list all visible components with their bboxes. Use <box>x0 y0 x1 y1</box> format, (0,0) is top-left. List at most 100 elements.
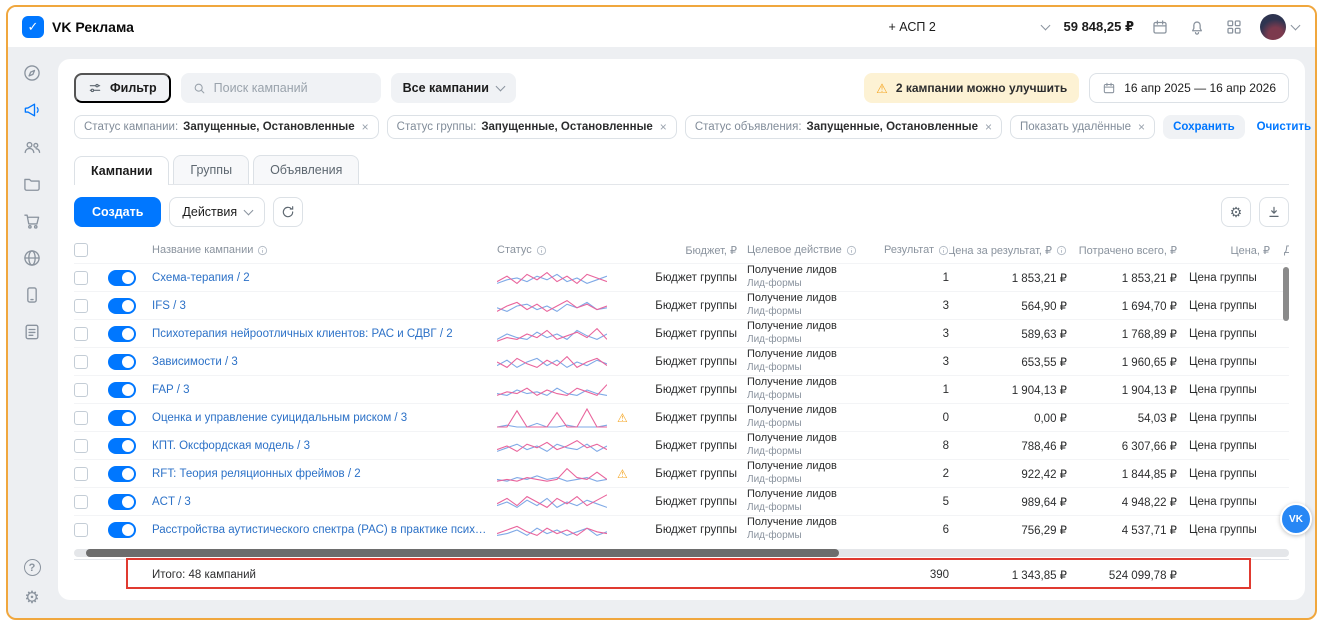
sidebar-item-globe[interactable] <box>22 248 42 268</box>
table-row: FAP / 3Бюджет группыПолучение лидовЛид-ф… <box>74 375 1289 403</box>
audience-icon <box>22 137 42 157</box>
column-header-name[interactable]: Название кампании <box>152 244 497 256</box>
column-header-spent[interactable]: Потрачено всего, ₽ <box>1067 244 1177 257</box>
column-header-action[interactable]: Целевое действие <box>737 244 867 256</box>
row-toggle[interactable] <box>108 522 136 538</box>
save-filters-button[interactable]: Сохранить <box>1163 115 1245 139</box>
row-checkbox[interactable] <box>74 355 88 369</box>
table-row: IFS / 3Бюджет группыПолучение лидовЛид-ф… <box>74 291 1289 319</box>
chip-remove-icon[interactable]: × <box>985 120 992 134</box>
row-toggle[interactable] <box>108 382 136 398</box>
campaign-name-link[interactable]: Схема-терапия / 2 <box>152 272 250 284</box>
campaign-name-link[interactable]: FAP / 3 <box>152 384 190 396</box>
tab-campaigns[interactable]: Кампании <box>74 156 169 185</box>
price-cell: Цена группы <box>1189 440 1257 452</box>
row-toggle[interactable] <box>108 326 136 342</box>
spent-cell: 1 853,21 ₽ <box>1122 271 1177 285</box>
chip-remove-icon[interactable]: × <box>362 120 369 134</box>
row-toggle[interactable] <box>108 438 136 454</box>
row-checkbox[interactable] <box>74 383 88 397</box>
clear-filters-button[interactable]: Очистить <box>1257 121 1312 133</box>
sidebar-item-dashboard[interactable] <box>22 63 42 83</box>
filter-row-right: ⚠ 2 кампании можно улучшить 16 апр 2025 … <box>864 73 1289 103</box>
goal-format: Лид-формы <box>747 418 837 431</box>
campaign-name-link[interactable]: IFS / 3 <box>152 300 186 312</box>
vertical-scrollbar[interactable] <box>1283 267 1289 321</box>
vk-support-chat-button[interactable]: VK <box>1280 503 1312 535</box>
tab-groups[interactable]: Группы <box>173 155 249 184</box>
row-checkbox[interactable] <box>74 271 88 285</box>
campaign-name-link[interactable]: Зависимости / 3 <box>152 356 238 368</box>
create-button[interactable]: Создать <box>74 197 161 227</box>
search-input[interactable] <box>214 81 364 95</box>
sidebar-item-docs[interactable] <box>22 322 42 342</box>
row-toggle[interactable] <box>108 494 136 510</box>
row-checkbox[interactable] <box>74 495 88 509</box>
refresh-icon <box>281 205 295 219</box>
sidebar-item-campaigns[interactable] <box>22 100 42 120</box>
campaign-name-link[interactable]: Расстройства аутистического спектра (РАС… <box>152 524 489 536</box>
campaign-name-link[interactable]: КПТ. Оксфордская модель / 3 <box>152 440 310 452</box>
search-icon <box>193 82 206 95</box>
notifications-bell-icon[interactable] <box>1186 16 1208 38</box>
column-header-extra[interactable]: Да <box>1272 244 1289 256</box>
table-header-row: Название кампанииСтатусБюджет, ₽Целевое … <box>74 237 1289 263</box>
goal-format: Лид-формы <box>747 334 837 347</box>
horizontal-scrollbar-thumb[interactable] <box>86 549 839 557</box>
row-toggle[interactable] <box>108 270 136 286</box>
campaigns-icon <box>22 100 42 120</box>
column-header-cost_per_result[interactable]: Цена за результат, ₽ <box>949 244 1067 257</box>
column-header-price[interactable]: Цена, ₽ <box>1177 244 1272 257</box>
row-checkbox[interactable] <box>74 467 88 481</box>
campaign-name-link[interactable]: RFT: Теория реляционных фреймов / 2 <box>152 468 361 480</box>
filter-button[interactable]: Фильтр <box>74 73 171 103</box>
date-range-picker[interactable]: 16 апр 2025 — 16 апр 2026 <box>1089 73 1289 103</box>
table-row: Психотерапия нейроотличных клиентов: РАС… <box>74 319 1289 347</box>
actions-button[interactable]: Действия <box>169 197 265 227</box>
horizontal-scrollbar-track[interactable] <box>74 549 1289 557</box>
row-toggle[interactable] <box>108 354 136 370</box>
chip-remove-icon[interactable]: × <box>660 120 667 134</box>
row-checkbox[interactable] <box>74 523 88 537</box>
column-header-status[interactable]: Статус <box>497 244 647 256</box>
row-toggle[interactable] <box>108 298 136 314</box>
vk-ads-logo[interactable]: ✓ VK Реклама <box>22 16 134 38</box>
campaign-name-link[interactable]: Психотерапия нейроотличных клиентов: РАС… <box>152 328 453 340</box>
sidebar: ? ⚙ <box>8 47 56 618</box>
price-cell: Цена группы <box>1189 524 1257 536</box>
sidebar-item-audience[interactable] <box>22 137 42 157</box>
billing-icon[interactable] <box>1149 16 1171 38</box>
sidebar-item-folder[interactable] <box>22 174 42 194</box>
filter-chip: Показать удалённые× <box>1010 115 1155 139</box>
campaign-scope-select[interactable]: Все кампании <box>391 73 516 103</box>
table-row: Схема-терапия / 2Бюджет группыПолучение … <box>74 263 1289 291</box>
improve-notice[interactable]: ⚠ 2 кампании можно улучшить <box>864 73 1079 103</box>
sidebar-item-mobile[interactable] <box>22 285 42 305</box>
column-header-budget[interactable]: Бюджет, ₽ <box>647 244 737 257</box>
campaign-name-link[interactable]: Оценка и управление суицидальным риском … <box>152 412 407 424</box>
profile-menu[interactable] <box>1260 14 1299 40</box>
settings-gear-icon[interactable]: ⚙ <box>24 589 39 606</box>
row-checkbox[interactable] <box>74 439 88 453</box>
column-header-result[interactable]: Результат <box>867 244 949 256</box>
help-icon[interactable]: ? <box>24 559 41 576</box>
search-box[interactable] <box>181 73 381 103</box>
table-settings-button[interactable]: ⚙ <box>1221 197 1251 227</box>
row-toggle[interactable] <box>108 466 136 482</box>
refresh-button[interactable] <box>273 197 303 227</box>
table-row: Зависимости / 3Бюджет группыПолучение ли… <box>74 347 1289 375</box>
tab-ads[interactable]: Объявления <box>253 155 359 184</box>
select-all-checkbox[interactable] <box>74 243 88 257</box>
row-checkbox[interactable] <box>74 299 88 313</box>
spent-cell: 54,03 ₽ <box>1138 411 1177 425</box>
account-selector[interactable]: + АСП 2 <box>889 20 1049 34</box>
row-checkbox[interactable] <box>74 327 88 341</box>
campaign-name-link[interactable]: ACT / 3 <box>152 496 191 508</box>
row-toggle[interactable] <box>108 410 136 426</box>
sidebar-item-cart[interactable] <box>22 211 42 231</box>
row-checkbox[interactable] <box>74 411 88 425</box>
apps-grid-icon[interactable] <box>1223 16 1245 38</box>
export-button[interactable] <box>1259 197 1289 227</box>
chip-remove-icon[interactable]: × <box>1138 120 1145 134</box>
toggle-knob <box>122 328 134 340</box>
